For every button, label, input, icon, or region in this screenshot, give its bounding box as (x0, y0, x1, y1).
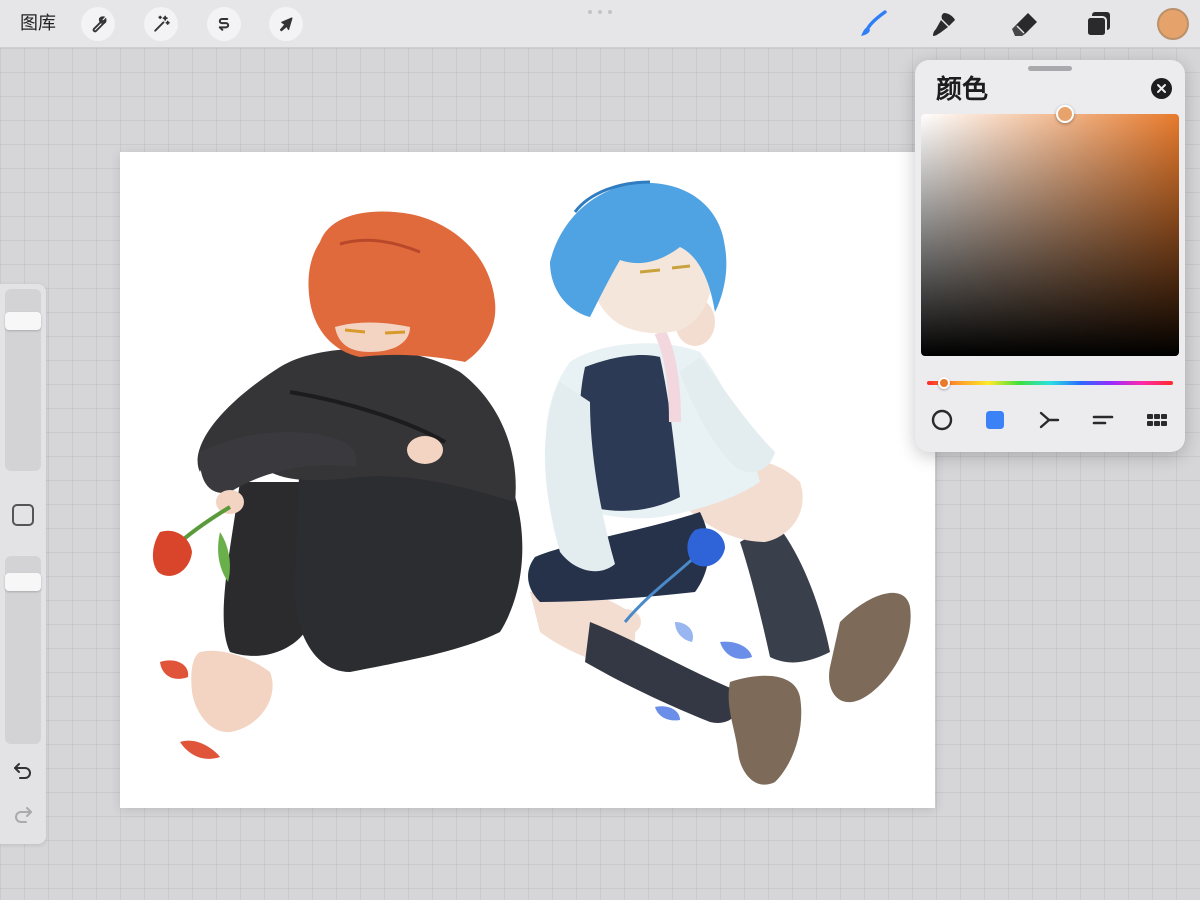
transform-button[interactable] (269, 7, 303, 41)
redo-icon (15, 807, 32, 823)
layers-tool[interactable] (1083, 8, 1115, 40)
brush-icon (861, 10, 887, 36)
color-picker-handle[interactable] (1056, 105, 1074, 123)
undo-button[interactable] (11, 759, 35, 783)
palette-grid-icon (1147, 414, 1167, 426)
color-panel-title: 颜色 (936, 75, 989, 105)
paint-tool[interactable] (857, 8, 889, 40)
disc-icon (931, 409, 953, 431)
drawing-canvas[interactable] (120, 152, 935, 808)
saturation-brightness-picker[interactable] (921, 114, 1179, 356)
orange-haired-character (152, 211, 523, 759)
classic-square-icon (986, 411, 1004, 429)
toolbar-grip[interactable] (588, 10, 612, 14)
selection-button[interactable] (207, 7, 241, 41)
smudge-icon (933, 13, 955, 36)
smudge-tool[interactable] (928, 8, 960, 40)
opacity-thumb[interactable] (5, 573, 41, 591)
color-panel: 颜色 (915, 60, 1185, 452)
harmony-mode-tab[interactable] (1036, 407, 1062, 433)
left-sidebar (0, 284, 46, 844)
redo-button[interactable] (11, 803, 35, 827)
hue-slider-handle[interactable] (938, 377, 950, 389)
harmony-icon (1039, 411, 1060, 429)
wrench-icon (92, 16, 107, 33)
layers-icon (1086, 12, 1110, 37)
brush-size-thumb[interactable] (5, 312, 41, 330)
blue-haired-character (528, 180, 911, 785)
disc-mode-tab[interactable] (929, 407, 955, 433)
close-panel-button[interactable] (1151, 78, 1172, 99)
hue-slider[interactable] (927, 381, 1173, 385)
magic-wand-icon (154, 15, 170, 32)
artwork-illustration (152, 180, 911, 785)
opacity-slider[interactable] (5, 556, 41, 744)
adjustments-button[interactable] (144, 7, 178, 41)
eraser-icon (1012, 13, 1037, 36)
modify-button[interactable] (12, 504, 34, 526)
arrow-cursor-icon (279, 17, 293, 32)
current-color-swatch[interactable] (1157, 8, 1189, 40)
close-icon (1157, 84, 1166, 93)
undo-icon (14, 763, 31, 779)
erase-tool[interactable] (1008, 8, 1040, 40)
gallery-button[interactable]: 图库 (20, 12, 56, 36)
panel-grabber[interactable] (1028, 66, 1072, 71)
palettes-mode-tab[interactable] (1144, 407, 1170, 433)
brush-size-slider[interactable] (5, 289, 41, 471)
value-icon (1092, 415, 1114, 425)
top-toolbar: 图库 (0, 0, 1200, 48)
classic-mode-tab[interactable] (982, 407, 1008, 433)
actions-button[interactable] (81, 7, 115, 41)
selection-s-icon (218, 18, 230, 31)
value-mode-tab[interactable] (1090, 407, 1116, 433)
